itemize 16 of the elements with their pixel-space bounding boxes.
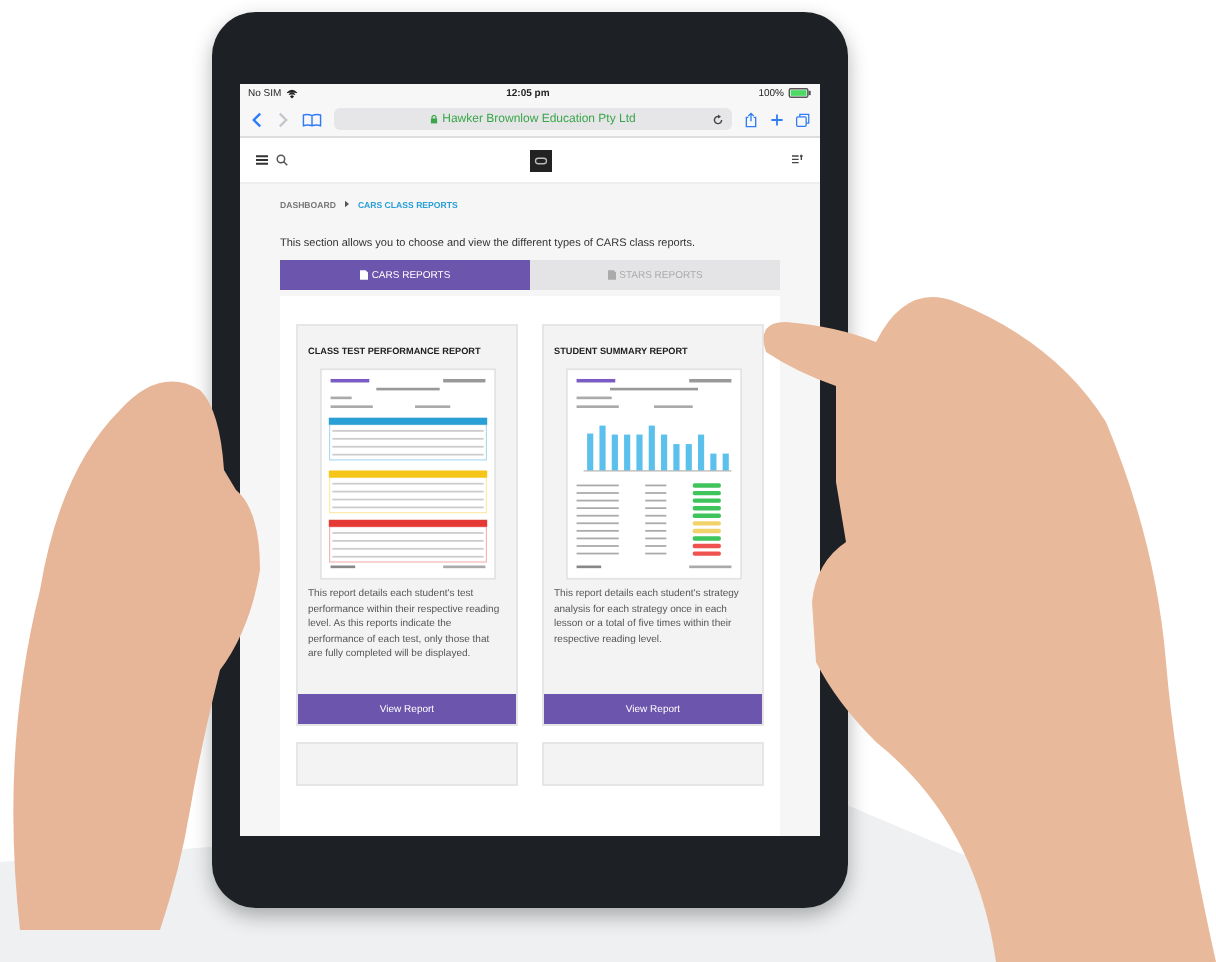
list-settings-icon[interactable] <box>792 154 804 166</box>
back-icon[interactable] <box>250 111 264 127</box>
reload-icon[interactable] <box>712 113 724 125</box>
chevron-icon <box>343 200 350 208</box>
wifi-icon <box>285 87 298 99</box>
share-icon[interactable] <box>744 111 758 127</box>
logo-icon[interactable] <box>529 149 551 171</box>
search-icon[interactable] <box>276 154 288 166</box>
lock-icon <box>430 114 439 124</box>
document-icon <box>607 270 616 280</box>
tabs-icon[interactable] <box>796 111 810 127</box>
battery-icon <box>788 88 812 98</box>
plus-icon[interactable] <box>770 111 784 127</box>
document-icon <box>359 270 368 280</box>
book-icon[interactable] <box>302 111 322 127</box>
menu-icon[interactable] <box>256 154 268 166</box>
